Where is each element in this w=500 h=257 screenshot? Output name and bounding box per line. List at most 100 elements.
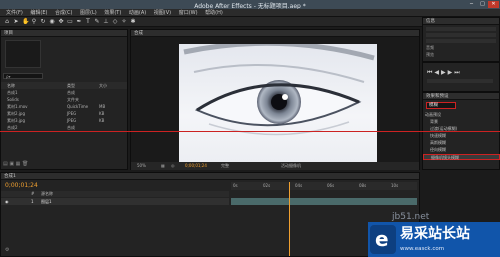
- menu-layer[interactable]: 图层(L): [80, 9, 97, 17]
- pan-behind-tool-icon[interactable]: ✥: [58, 19, 64, 25]
- menu-edit[interactable]: 编辑(E): [30, 9, 47, 17]
- ruler-tick: 0s: [233, 183, 238, 188]
- roto-brush-icon[interactable]: ✧: [121, 19, 127, 25]
- ruler-tick: 10s: [391, 183, 399, 188]
- tree-item-selected[interactable]: 摄像机镜头模糊: [423, 154, 500, 160]
- playback-controls[interactable]: ⏮◀▶▶⏭: [427, 69, 462, 77]
- menu-composition[interactable]: 合成(C): [55, 9, 72, 17]
- tree-item[interactable]: 快速模糊: [423, 133, 500, 139]
- item-name: 素材1.mov: [7, 104, 28, 109]
- item-size: KB: [99, 111, 105, 116]
- ruler-tick: 04s: [295, 183, 303, 188]
- viewer-timecode[interactable]: 0;00;01;24: [185, 162, 207, 170]
- selection-tool-icon[interactable]: ➤: [13, 19, 19, 25]
- info-row: [426, 27, 496, 31]
- zoom-dropdown[interactable]: 50%: [137, 162, 146, 170]
- close-button[interactable]: ✕: [488, 1, 499, 8]
- menu-window[interactable]: 窗口(W): [179, 9, 198, 17]
- item-name: 素材2.jpg: [7, 111, 26, 116]
- eraser-tool-icon[interactable]: ◇: [112, 19, 118, 25]
- preview-tab[interactable]: 预览: [426, 52, 434, 58]
- text-tool-icon[interactable]: T: [85, 19, 91, 25]
- effects-search-input[interactable]: 模糊: [426, 102, 456, 109]
- project-panel-tab[interactable]: 项目: [1, 30, 127, 37]
- info-audio-panel: 信息 音频 预览: [422, 17, 500, 62]
- interpret-footage-icon[interactable]: ▤: [3, 161, 8, 167]
- preview-option[interactable]: [427, 79, 493, 83]
- tree-item[interactable]: 动画预设: [423, 112, 500, 118]
- ruler-tick: 06s: [327, 183, 335, 188]
- list-item[interactable]: 合成1 合成: [1, 90, 128, 96]
- menu-bar: 文件(F) 编辑(E) 合成(C) 图层(L) 效果(T) 动画(A) 视图(V…: [0, 9, 500, 17]
- layer-number: 1: [31, 199, 34, 204]
- hand-tool-icon[interactable]: ✋: [22, 19, 29, 25]
- info-tab[interactable]: 信息: [423, 18, 499, 25]
- viewer-tab[interactable]: 合成: [131, 30, 419, 37]
- tree-item[interactable]: 高斯模糊: [423, 140, 500, 146]
- zoom-tool-icon[interactable]: ⚲: [31, 19, 37, 25]
- puppet-tool-icon[interactable]: ✱: [130, 19, 136, 25]
- view-dropdown[interactable]: 活动摄像机: [281, 162, 301, 170]
- timeline-footer-icons: ⚙: [5, 247, 9, 253]
- effects-presets-tab[interactable]: 效果和预设: [423, 93, 499, 100]
- brand-badge: e 易采站长站 www.easck.com: [368, 222, 500, 257]
- timeline-panel: 合成1 0;00;01;24 # 源名称 ◉ 1 图层1 0s 02s 04s …: [0, 172, 420, 257]
- list-item[interactable]: 素材3.jpg JPEG KB: [1, 118, 128, 124]
- toggle-switches-icon[interactable]: ⚙: [5, 247, 9, 253]
- item-type: JPEG: [67, 118, 77, 123]
- title-bar: Adobe After Effects - 无标题项目.aep * ─ □ ✕: [0, 0, 500, 10]
- menu-animation[interactable]: 动画(A): [129, 9, 146, 17]
- rotate-tool-icon[interactable]: ↻: [40, 19, 46, 25]
- maximize-button[interactable]: □: [477, 1, 488, 8]
- home-icon[interactable]: ⌂: [4, 19, 10, 25]
- camera-tool-icon[interactable]: ◉: [49, 19, 55, 25]
- resolution-dropdown[interactable]: 完整: [221, 162, 229, 170]
- time-ruler[interactable]: 0s 02s 04s 06s 08s 10s: [231, 182, 417, 190]
- stamp-tool-icon[interactable]: ⊥: [103, 19, 109, 25]
- item-type: 文件夹: [67, 97, 79, 102]
- new-folder-icon[interactable]: ▣: [9, 161, 14, 167]
- mask-tool-icon[interactable]: ▭: [67, 19, 73, 25]
- timeline-tab[interactable]: 合成1: [1, 173, 419, 180]
- annotation-red-line: [0, 131, 500, 132]
- column-name[interactable]: 名称: [7, 82, 15, 89]
- menu-help[interactable]: 帮助(H): [205, 9, 223, 17]
- audio-tab[interactable]: 音频: [426, 45, 434, 51]
- brush-tool-icon[interactable]: ✎: [94, 19, 100, 25]
- project-panel: 项目 ρ▾ 名称 类型 大小 合成1 合成 Solids 文件夹 素材1.mov…: [0, 29, 128, 170]
- playhead[interactable]: [288, 182, 290, 256]
- ruler-tick: 02s: [263, 183, 271, 188]
- timeline-timecode[interactable]: 0;00;01;24: [5, 182, 38, 189]
- list-item[interactable]: 素材2.jpg JPEG KB: [1, 111, 128, 117]
- list-item[interactable]: 素材1.mov QuickTime MB: [1, 104, 128, 110]
- composition-image[interactable]: [179, 44, 377, 164]
- trash-icon[interactable]: 🗑: [22, 161, 28, 167]
- tree-item[interactable]: 背景: [423, 119, 500, 125]
- layer-name: 图层1: [41, 199, 52, 204]
- project-column-headers: 名称 类型 大小: [1, 82, 127, 89]
- camera-snapshot-icon[interactable]: ◎: [171, 162, 175, 170]
- viewer-footer: 50% ▦ ◎ 0;00;01;24 完整 活动摄像机: [131, 162, 419, 170]
- new-composition-icon[interactable]: ▦: [16, 161, 21, 167]
- layer-duration-bar[interactable]: [231, 198, 417, 205]
- item-type: QuickTime: [67, 104, 89, 109]
- composition-viewer: 合成 50% ▦ ◎ 0;00;01;24 完整 活动摄像机: [130, 29, 420, 170]
- table-row[interactable]: ◉ 1 图层1: [1, 198, 229, 205]
- item-name: 合成1: [7, 90, 18, 95]
- list-item[interactable]: Solids 文件夹: [1, 97, 128, 103]
- layer-num-header: #: [31, 191, 35, 196]
- menu-view[interactable]: 视图(V): [154, 9, 171, 17]
- menu-file[interactable]: 文件(F): [6, 9, 23, 17]
- minimize-button[interactable]: ─: [466, 1, 477, 8]
- tree-item[interactable]: 径向模糊: [423, 147, 500, 153]
- grid-icon[interactable]: ▦: [161, 162, 165, 170]
- visibility-icon[interactable]: ◉: [5, 198, 9, 205]
- brand-name: 易采站长站: [400, 226, 470, 242]
- column-type[interactable]: 类型: [67, 82, 75, 89]
- brand-logo-icon: e: [370, 225, 396, 254]
- project-search-input[interactable]: ρ▾: [3, 73, 43, 79]
- menu-effect[interactable]: 效果(T): [104, 9, 121, 17]
- item-name: Solids: [7, 97, 19, 102]
- column-size[interactable]: 大小: [99, 82, 107, 89]
- pen-tool-icon[interactable]: ✒: [76, 19, 82, 25]
